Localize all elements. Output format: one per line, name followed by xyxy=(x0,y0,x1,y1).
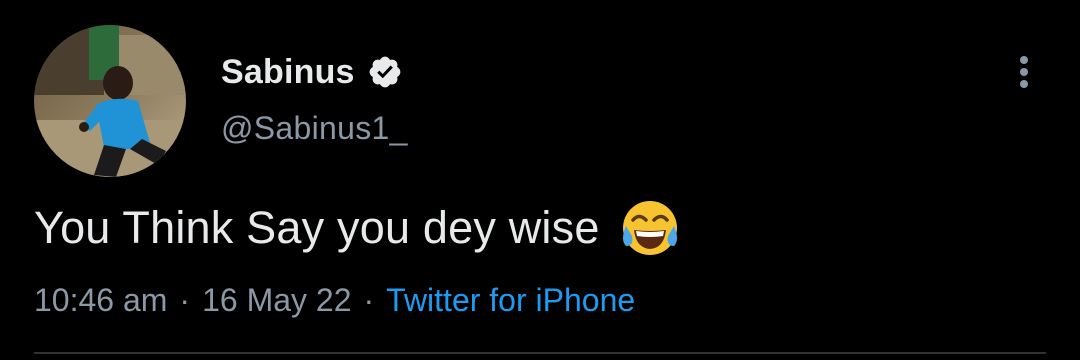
avatar[interactable] xyxy=(34,25,186,177)
tweet-time[interactable]: 10:46 am xyxy=(34,282,167,319)
display-name[interactable]: Sabinus xyxy=(221,53,355,92)
meta-separator: · xyxy=(363,281,375,318)
divider xyxy=(34,352,1046,354)
author-name-row: Sabinus xyxy=(221,48,403,96)
tweet-date[interactable]: 16 May 22 xyxy=(202,282,351,319)
profile-photo-icon xyxy=(34,25,186,177)
meta-separator: · xyxy=(179,281,191,318)
tweet-meta: 10:46 am · 16 May 22 · Twitter for iPhon… xyxy=(34,278,635,322)
author-handle[interactable]: @Sabinus1_ xyxy=(221,110,408,147)
verified-badge-icon xyxy=(369,56,401,88)
tweet-body: You Think Say you dey wise xyxy=(34,192,682,264)
tweet-card: Sabinus @Sabinus1_ You Think Say you dey… xyxy=(0,0,1080,360)
tweet-source-link[interactable]: Twitter for iPhone xyxy=(386,282,635,319)
more-options-icon[interactable] xyxy=(1014,52,1034,92)
tweet-text: You Think Say you dey wise xyxy=(34,202,600,253)
face-with-tears-of-joy-emoji-icon xyxy=(622,201,677,255)
